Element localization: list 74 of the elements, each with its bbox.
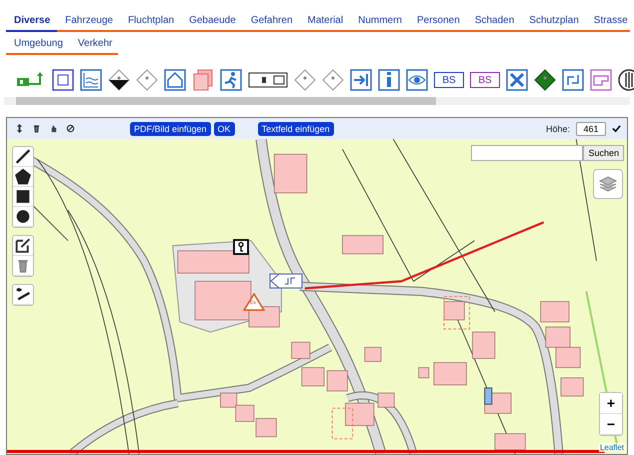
building	[556, 346, 581, 368]
circle-tool-icon[interactable]	[13, 207, 33, 227]
grille-icon[interactable]	[618, 69, 634, 91]
runner-icon[interactable]	[220, 69, 242, 91]
building	[220, 392, 238, 408]
height-field[interactable]: 461	[576, 122, 606, 136]
horizontal-scrollbar[interactable]	[4, 97, 630, 105]
water-icon[interactable]	[80, 69, 102, 91]
polygon-tool-icon[interactable]	[13, 167, 33, 187]
building	[444, 301, 465, 320]
diamond-sign-icon[interactable]	[108, 69, 130, 91]
info-icon[interactable]	[378, 69, 400, 91]
building	[342, 235, 384, 254]
category-tab[interactable]: Schaden	[466, 12, 522, 32]
category-tab[interactable]: Material	[300, 12, 350, 32]
building	[345, 402, 374, 426]
building	[540, 301, 570, 322]
category-tab[interactable]: Strasse	[586, 12, 634, 32]
category-tab[interactable]: Personen	[409, 12, 467, 32]
eye-icon[interactable]	[406, 69, 428, 91]
line-tool-icon[interactable]	[13, 147, 33, 167]
search-field[interactable]	[471, 145, 584, 161]
ok-button[interactable]: OK	[214, 122, 235, 136]
symbol-button[interactable]: BS	[470, 72, 500, 88]
layers-button[interactable]	[593, 169, 623, 199]
cancel-icon[interactable]	[66, 124, 75, 133]
category-tab[interactable]: Fahrzeuge	[57, 12, 120, 32]
pages-icon[interactable]	[192, 69, 214, 91]
symbol-button[interactable]: BS	[434, 72, 464, 88]
magic-wand-icon[interactable]	[13, 285, 33, 305]
category-tab[interactable]: Fluchtplan	[120, 12, 182, 32]
building	[291, 342, 310, 359]
building	[472, 332, 496, 359]
attribution-link[interactable]: Leaflet	[598, 443, 625, 452]
diamond-sign-icon[interactable]	[534, 69, 556, 91]
box-icon[interactable]	[52, 69, 74, 91]
height-label: Höhe:	[546, 124, 570, 134]
search-button[interactable]: Suchen	[583, 145, 624, 161]
category-tab[interactable]: Verkehr	[70, 35, 120, 55]
key-sign-icon	[233, 239, 249, 255]
planned-building-outline	[444, 296, 470, 330]
building	[378, 392, 395, 408]
building	[494, 433, 526, 450]
category-tab[interactable]: Umgebung	[6, 35, 70, 55]
building	[434, 362, 467, 386]
category-tab[interactable]: Schutzplan	[521, 12, 586, 32]
building	[418, 367, 430, 378]
building	[256, 418, 277, 438]
checkmark-icon[interactable]	[612, 124, 621, 133]
edit-icon[interactable]	[13, 236, 33, 256]
building	[560, 377, 584, 396]
house-icon[interactable]	[164, 69, 186, 91]
warning-triangle-icon	[243, 293, 265, 311]
building	[301, 367, 324, 386]
building	[274, 154, 308, 194]
category-tab[interactable]: Gebaeude	[181, 12, 243, 32]
rectangle-tool-icon[interactable]	[13, 187, 33, 207]
insert-textfield-button[interactable]: Textfeld einfügen	[258, 122, 334, 136]
trash-icon[interactable]	[32, 124, 41, 133]
insert-pdf-button[interactable]: PDF/Bild einfügen	[130, 122, 211, 136]
building	[364, 346, 382, 362]
move-icon[interactable]	[15, 124, 24, 133]
building	[235, 404, 254, 422]
layers-icon	[598, 174, 618, 194]
direction-sign-icon	[269, 273, 303, 289]
zoom-in-button[interactable]: +	[600, 393, 622, 414]
planned-building-outline	[332, 408, 354, 440]
building	[545, 326, 570, 348]
category-tab[interactable]: Nummern	[350, 12, 409, 32]
sign-icon[interactable]	[248, 72, 288, 88]
water-basin	[484, 387, 492, 405]
building	[326, 370, 348, 392]
category-tab[interactable]: Gefahren	[242, 12, 300, 32]
category-tab[interactable]: Diverse	[6, 12, 58, 32]
